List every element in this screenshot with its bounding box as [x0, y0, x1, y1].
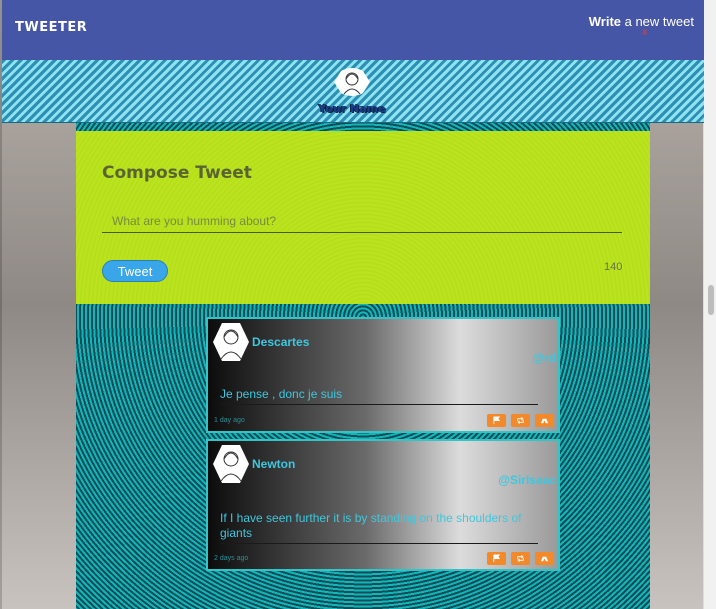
tweet-author-handle[interactable]: @SirIsaac [498, 473, 556, 487]
tweet-actions [487, 414, 554, 427]
tweet-text: If I have seen further it is by standing… [220, 511, 538, 544]
avatar-illustration-icon [220, 329, 242, 360]
page-scrollbar[interactable] [703, 0, 716, 609]
flag-icon [493, 554, 501, 563]
retweet-icon [517, 555, 524, 562]
like-icon [540, 556, 549, 562]
app-logo[interactable]: TWEETER [15, 20, 87, 35]
tweet-actions [487, 552, 554, 565]
avatar-illustration-icon [220, 451, 242, 482]
chevron-down-icon[interactable]: » [638, 28, 651, 35]
compose-title: Compose Tweet [102, 163, 252, 183]
profile-name: Your Name [318, 102, 386, 115]
flag-button[interactable] [487, 414, 506, 427]
tweet-card: Newton @SirIsaac If I have seen further … [206, 439, 560, 571]
avatar [213, 445, 249, 483]
tweet-button[interactable]: Tweet [102, 260, 168, 282]
avatar-illustration-icon [343, 72, 361, 95]
compose-panel: Compose Tweet Tweet 140 [76, 131, 650, 304]
retweet-icon [517, 417, 524, 424]
tweet-text: Je pense , donc je suis [220, 387, 538, 405]
tweet-author-name[interactable]: Newton [252, 457, 295, 471]
char-counter: 140 [604, 261, 623, 273]
tweet-timestamp: 1 day ago [214, 417, 245, 424]
profile-avatar [334, 68, 370, 96]
write-label-rest: a new tweet [621, 14, 694, 29]
scrollbar-thumb[interactable] [708, 285, 714, 315]
compose-input[interactable] [102, 209, 622, 233]
main-column: Compose Tweet Tweet 140 Descartes @rd Je… [76, 123, 650, 609]
avatar [213, 323, 249, 361]
retweet-button[interactable] [511, 414, 530, 427]
write-label-strong: Write [588, 14, 621, 29]
tweet-timestamp: 2 days ago [214, 555, 249, 562]
like-icon [540, 418, 549, 424]
tweet-card: Descartes @rd Je pense , donc je suis 1 … [206, 317, 560, 433]
profile-banner: Your Name [2, 60, 704, 123]
flag-icon [493, 416, 501, 425]
tweet-author-handle[interactable]: @rd [532, 351, 556, 365]
write-new-tweet-link[interactable]: Write a new tweet [589, 14, 694, 29]
tweet-author-name[interactable]: Descartes [252, 335, 309, 349]
like-button[interactable] [535, 414, 554, 427]
retweet-button[interactable] [511, 552, 530, 565]
top-nav: TWEETER Write a new tweet » [2, 0, 704, 60]
flag-button[interactable] [487, 552, 506, 565]
like-button[interactable] [535, 552, 554, 565]
